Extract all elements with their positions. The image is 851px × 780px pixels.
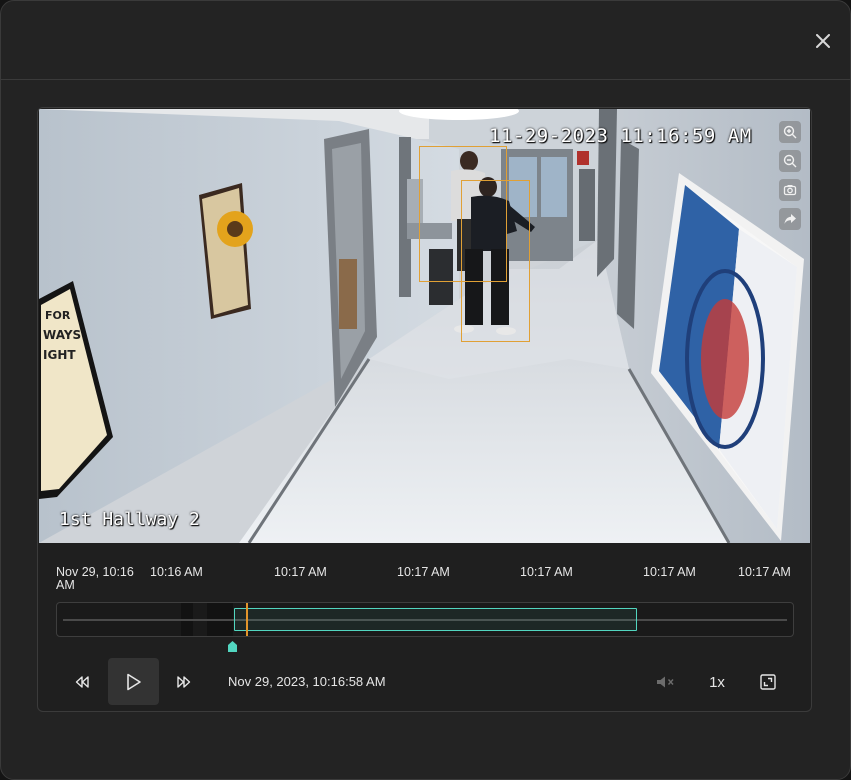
timeline-track[interactable]	[56, 602, 794, 637]
timeline-label: 10:16 AM	[150, 565, 203, 579]
timeline-label: 10:17 AM	[397, 565, 450, 579]
playback-speed[interactable]: 1x	[702, 670, 732, 694]
close-button[interactable]	[811, 29, 835, 53]
fullscreen-icon	[760, 674, 776, 690]
osd-camera-name: 1st Hallway 2	[59, 509, 200, 530]
zoom-in-button[interactable]	[779, 121, 801, 143]
zoom-out-button[interactable]	[779, 150, 801, 172]
timeline-label: 10:17 AM	[643, 565, 696, 579]
osd-timestamp: 11-29-2023 11:16:59 AM	[489, 125, 752, 147]
rewind-button[interactable]	[68, 668, 96, 696]
current-time: Nov 29, 2023, 10:16:58 AM	[228, 674, 386, 689]
video-modal: FOR WAYS IGHT 11-29-2023 11:16:59 AM 1st…	[0, 0, 851, 780]
zoom-in-icon	[783, 125, 797, 139]
close-icon	[816, 34, 830, 48]
timeline-label: Nov 29, 10:16 AM	[56, 565, 134, 592]
detection-box-person-2	[461, 180, 530, 342]
camera-feed[interactable]: FOR WAYS IGHT 11-29-2023 11:16:59 AM 1st…	[39, 109, 810, 543]
mute-button[interactable]	[652, 670, 680, 694]
timeline-labels: Nov 29, 10:16 AM 10:16 AM 10:17 AM 10:17…	[38, 564, 811, 594]
snapshot-button[interactable]	[779, 179, 801, 201]
video-player: FOR WAYS IGHT 11-29-2023 11:16:59 AM 1st…	[37, 107, 812, 712]
selection-start-marker[interactable]	[228, 641, 238, 652]
zoom-out-icon	[783, 154, 797, 168]
timeline-label: 10:17 AM	[520, 565, 573, 579]
forward-button[interactable]	[170, 668, 198, 696]
timeline-label: 10:17 AM	[274, 565, 327, 579]
volume-muted-icon	[657, 676, 674, 688]
share-icon	[784, 214, 796, 224]
skip-forward-icon	[177, 676, 191, 688]
skip-back-icon	[75, 676, 89, 688]
clip-selection[interactable]	[233, 608, 637, 631]
playhead[interactable]	[246, 603, 249, 636]
svg-text:WAYS: WAYS	[43, 328, 81, 342]
svg-text:FOR: FOR	[45, 309, 71, 322]
fullscreen-button[interactable]	[754, 670, 782, 694]
header-divider	[1, 79, 850, 80]
share-button[interactable]	[779, 208, 801, 230]
timeline-label: 10:17 AM	[738, 565, 791, 579]
camera-snapshot-icon	[783, 185, 797, 196]
play-icon	[126, 673, 141, 690]
svg-text:IGHT: IGHT	[43, 348, 76, 362]
play-button[interactable]	[108, 658, 159, 705]
